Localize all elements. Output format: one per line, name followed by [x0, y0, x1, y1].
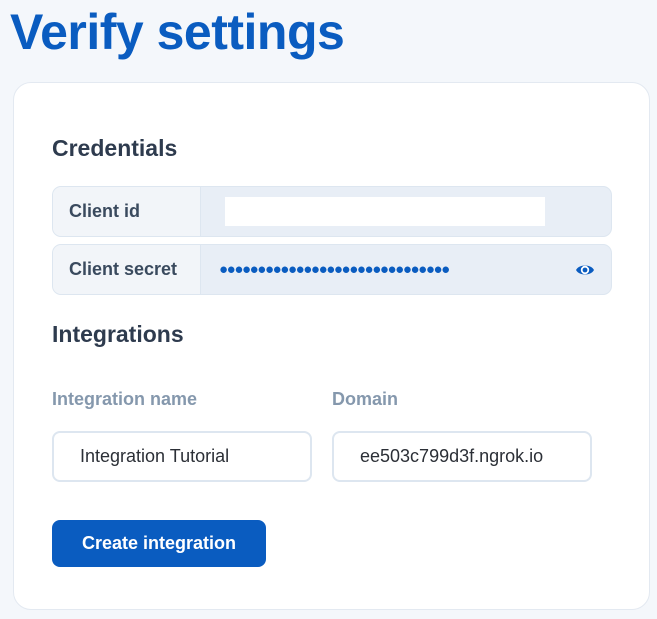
domain-input[interactable] [332, 431, 592, 482]
integration-name-input[interactable] [52, 431, 312, 482]
integration-name-label: Integration name [52, 389, 198, 409]
settings-card: Credentials Client id Client secret ●●●●… [13, 82, 650, 610]
page-title: Verify settings [10, 4, 345, 60]
client-id-label: Client id [53, 187, 201, 236]
integrations-heading: Integrations [52, 321, 184, 347]
credentials-heading: Credentials [52, 135, 178, 161]
client-id-value[interactable] [225, 197, 545, 226]
client-secret-value[interactable]: ●●●●●●●●●●●●●●●●●●●●●●●●●●●●●● [219, 245, 450, 294]
client-id-row: Client id [52, 186, 612, 237]
domain-label: Domain [332, 389, 399, 409]
eye-icon[interactable] [575, 260, 595, 280]
client-secret-row: Client secret ●●●●●●●●●●●●●●●●●●●●●●●●●●… [52, 244, 612, 295]
client-secret-label: Client secret [53, 245, 201, 294]
create-integration-button[interactable]: Create integration [52, 520, 266, 567]
